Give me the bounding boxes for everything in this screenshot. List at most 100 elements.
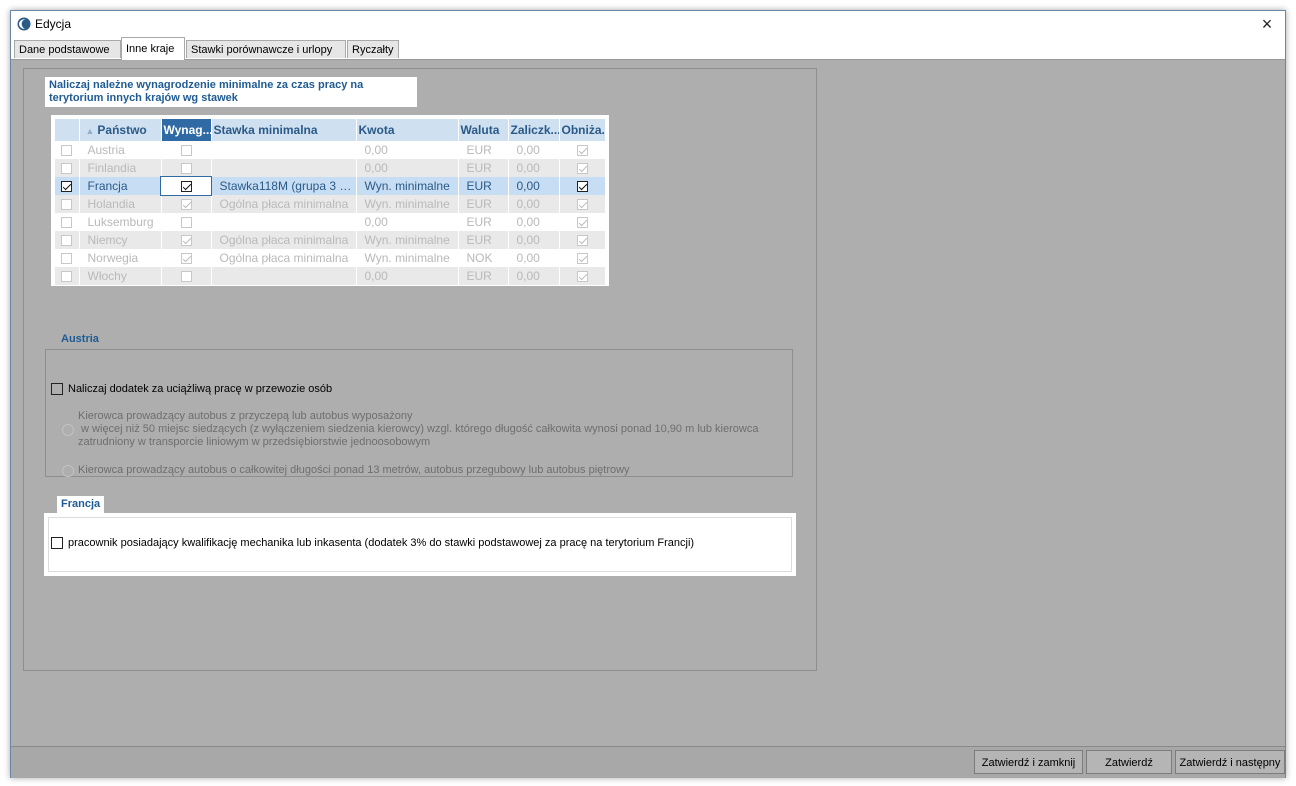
row-select-checkbox[interactable]	[61, 145, 73, 157]
cell-kwota[interactable]: 0,00	[356, 213, 459, 231]
cell-zaliczka[interactable]: 0,00	[508, 249, 560, 267]
cell-zaliczka[interactable]: 0,00	[508, 231, 560, 249]
cell-panstwo[interactable]: Niemcy	[79, 231, 162, 249]
cell-stawka[interactable]: Ogólna płaca minimalna	[211, 231, 357, 249]
row-select-checkbox[interactable]	[61, 163, 73, 175]
cell-kwota[interactable]: 0,00	[356, 141, 459, 159]
cell-wynag[interactable]	[161, 267, 212, 285]
confirm-next-button[interactable]: Zatwierdź i następny	[1175, 750, 1285, 774]
cell-wynag[interactable]	[160, 176, 212, 196]
cell-panstwo[interactable]: Luksemburg	[79, 213, 162, 231]
row-select-cell[interactable]	[55, 267, 80, 285]
cell-wynag-checkbox[interactable]	[180, 145, 192, 157]
cell-waluta[interactable]: EUR	[458, 159, 509, 177]
cell-kwota[interactable]: Wyn. minimalne	[356, 195, 459, 213]
row-select-cell[interactable]	[55, 249, 80, 267]
cell-zaliczka[interactable]: 0,00	[508, 213, 560, 231]
cell-kwota[interactable]: 0,00	[356, 159, 459, 177]
cell-obnizka-checkbox[interactable]	[576, 217, 588, 229]
row-select-cell[interactable]	[55, 177, 80, 195]
table-row[interactable]: Francja Stawka118M (grupa 3 b... Wyn. mini…	[55, 176, 606, 196]
cell-waluta[interactable]: EUR	[458, 267, 509, 285]
cell-waluta[interactable]: EUR	[458, 213, 509, 231]
cell-panstwo[interactable]: Francja	[79, 177, 162, 195]
row-select-cell[interactable]	[55, 195, 80, 213]
cell-waluta[interactable]: EUR	[458, 141, 509, 159]
table-row[interactable]: Niemcy Ogólna płaca minimalna Wyn. minimal…	[55, 231, 606, 249]
cell-panstwo[interactable]: Włochy	[79, 267, 162, 285]
cell-wynag[interactable]	[161, 141, 212, 159]
austria-allowance-checkbox[interactable]	[51, 383, 63, 395]
cell-obnizka[interactable]	[559, 177, 606, 195]
cell-obnizka-checkbox[interactable]	[576, 235, 588, 247]
table-row[interactable]: Norwegia Ogólna płaca minimalna Wyn. minim…	[55, 249, 606, 267]
francja-mechanic-option[interactable]: pracownik posiadający kwalifikację mecha…	[51, 537, 694, 549]
cell-wynag[interactable]	[161, 231, 212, 249]
cell-kwota[interactable]: 0,00	[356, 267, 459, 285]
column-header-obnizka[interactable]: Obniża...	[559, 119, 606, 141]
cell-obnizka-checkbox[interactable]	[576, 199, 588, 211]
cell-obnizka[interactable]	[559, 141, 606, 159]
row-select-cell[interactable]	[55, 159, 80, 177]
row-select-checkbox[interactable]	[61, 235, 73, 247]
austria-radio-option-2[interactable]: Kierowca prowadzący autobus o całkowitej…	[62, 464, 630, 477]
select-all-header[interactable]	[55, 119, 80, 141]
cell-stawka[interactable]	[211, 141, 357, 159]
row-select-cell[interactable]	[55, 231, 80, 249]
cell-kwota[interactable]: Wyn. minimalne	[356, 177, 459, 195]
cell-obnizka[interactable]	[559, 195, 606, 213]
table-row[interactable]: Finlandia 0,00 EUR 0,00	[55, 159, 606, 177]
cell-wynag-checkbox[interactable]	[180, 163, 192, 175]
cell-stawka[interactable]: Stawka118M (grupa 3 b...	[211, 177, 357, 195]
cell-obnizka[interactable]	[559, 267, 606, 285]
austria-radio-option-1[interactable]: Kierowca prowadzący autobus z przyczepą …	[62, 410, 758, 449]
column-header-waluta[interactable]: Waluta	[458, 119, 509, 141]
cell-stawka[interactable]	[211, 213, 357, 231]
column-header-panstwo[interactable]: ▲ Państwo	[79, 119, 162, 141]
cell-stawka[interactable]: Ogólna płaca minimalna	[211, 195, 357, 213]
cell-zaliczka[interactable]: 0,00	[508, 141, 560, 159]
cell-obnizka[interactable]	[559, 249, 606, 267]
table-row[interactable]: Holandia Ogólna płaca minimalna Wyn. minim…	[55, 195, 606, 213]
cell-obnizka-checkbox[interactable]	[576, 181, 588, 193]
cell-wynag[interactable]	[161, 249, 212, 267]
cell-waluta[interactable]: NOK	[458, 249, 509, 267]
cell-waluta[interactable]: EUR	[458, 231, 509, 249]
cell-wynag[interactable]	[161, 213, 212, 231]
tab-dane-podstawowe[interactable]: Dane podstawowe	[14, 40, 121, 58]
cell-panstwo[interactable]: Finlandia	[79, 159, 162, 177]
cell-obnizka-checkbox[interactable]	[576, 163, 588, 175]
close-icon[interactable]: ×	[1257, 14, 1277, 34]
cell-obnizka[interactable]	[559, 213, 606, 231]
table-row[interactable]: Włochy 0,00 EUR 0,00	[55, 267, 606, 285]
cell-zaliczka[interactable]: 0,00	[508, 195, 560, 213]
row-select-cell[interactable]	[55, 213, 80, 231]
column-header-stawka[interactable]: Stawka minimalna	[211, 119, 357, 141]
cell-kwota[interactable]: Wyn. minimalne	[356, 249, 459, 267]
tab-stawki-porownawcze[interactable]: Stawki porównawcze i urlopy	[186, 40, 346, 58]
cell-wynag[interactable]	[161, 159, 212, 177]
row-select-checkbox[interactable]	[61, 253, 73, 265]
cell-zaliczka[interactable]: 0,00	[508, 177, 560, 195]
confirm-close-button[interactable]: Zatwierdź i zamknij	[974, 750, 1083, 774]
confirm-button[interactable]: Zatwierdź	[1086, 750, 1172, 774]
cell-waluta[interactable]: EUR	[458, 177, 509, 195]
cell-wynag-checkbox[interactable]	[180, 217, 192, 229]
row-select-checkbox[interactable]	[61, 199, 73, 211]
column-header-wynag[interactable]: Wynag...	[161, 119, 212, 141]
francja-mechanic-checkbox[interactable]	[51, 537, 63, 549]
cell-obnizka-checkbox[interactable]	[576, 253, 588, 265]
cell-wynag-checkbox[interactable]	[180, 181, 192, 193]
cell-waluta[interactable]: EUR	[458, 195, 509, 213]
row-select-checkbox[interactable]	[61, 181, 73, 193]
cell-wynag-checkbox[interactable]	[180, 253, 192, 265]
cell-panstwo[interactable]: Holandia	[79, 195, 162, 213]
row-select-cell[interactable]	[55, 141, 80, 159]
cell-obnizka-checkbox[interactable]	[576, 145, 588, 157]
column-header-kwota[interactable]: Kwota	[356, 119, 459, 141]
cell-panstwo[interactable]: Austria	[79, 141, 162, 159]
cell-zaliczka[interactable]: 0,00	[508, 267, 560, 285]
cell-wynag[interactable]	[161, 195, 212, 213]
table-row[interactable]: Austria 0,00 EUR 0,00	[55, 141, 606, 159]
cell-stawka[interactable]: Ogólna płaca minimalna	[211, 249, 357, 267]
